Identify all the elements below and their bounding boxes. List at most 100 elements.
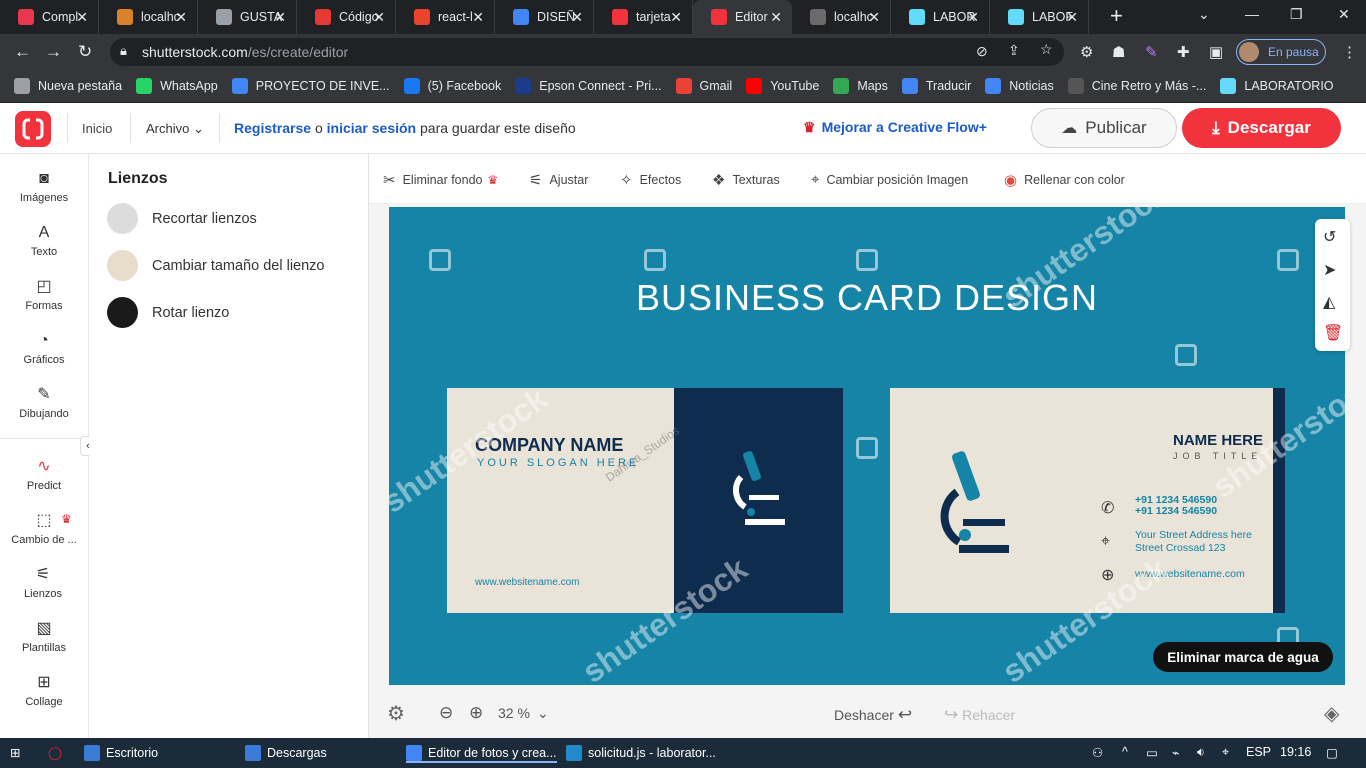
browser-tab[interactable]: DISEÑ ✕ bbox=[495, 0, 594, 34]
browser-tab[interactable]: tarjeta ✕ bbox=[594, 0, 693, 34]
rail-item[interactable]: ✎ Dibujando bbox=[0, 386, 88, 420]
remove-watermark-button[interactable]: Eliminar marca de agua bbox=[1153, 642, 1333, 672]
undo-button[interactable]: Deshacer ↩ bbox=[834, 705, 912, 725]
close-tab-icon[interactable]: ✕ bbox=[770, 9, 782, 26]
panel-item[interactable]: Rotar lienzo bbox=[107, 297, 229, 328]
rotate-icon[interactable]: ↺ bbox=[1323, 227, 1336, 247]
back-button[interactable]: ← bbox=[14, 42, 31, 62]
close-tab-icon[interactable]: ✕ bbox=[868, 9, 880, 26]
close-tab-icon[interactable]: ✕ bbox=[472, 9, 484, 26]
bookmark-item[interactable]: PROYECTO DE INVE... bbox=[231, 78, 390, 94]
close-tab-icon[interactable]: ✕ bbox=[175, 9, 187, 26]
battery-icon[interactable]: ▭ bbox=[1146, 745, 1158, 760]
browser-tab[interactable]: GUSTA ✕ bbox=[198, 0, 297, 34]
settings-gear-icon[interactable]: ⚙ bbox=[387, 701, 405, 726]
forward-button[interactable]: → bbox=[45, 42, 62, 62]
close-tab-icon[interactable]: ✕ bbox=[76, 9, 88, 26]
location-icon[interactable]: ⌖ bbox=[1222, 745, 1229, 760]
extension-gear-icon[interactable]: ⚙ bbox=[1080, 43, 1098, 61]
close-tab-icon[interactable]: ✕ bbox=[967, 9, 979, 26]
close-tab-icon[interactable]: ✕ bbox=[1066, 9, 1078, 26]
profile-button[interactable]: En pausa bbox=[1236, 39, 1326, 65]
share-icon[interactable]: ⇪ bbox=[1008, 42, 1020, 59]
network-icon[interactable]: ⌁ bbox=[1172, 745, 1180, 760]
url-field[interactable]: 🔒︎ shutterstock.com/es/create/editor ⊘ ⇪… bbox=[110, 38, 1064, 66]
volume-icon[interactable]: 🔉︎ bbox=[1197, 745, 1205, 760]
maximize-button[interactable]: ❐ bbox=[1290, 6, 1303, 23]
toolbar-item[interactable]: ⚟ Ajustar bbox=[529, 171, 588, 189]
tray-chevron-icon[interactable]: ^ bbox=[1122, 745, 1128, 759]
redo-button[interactable]: ↪ Rehacer bbox=[944, 705, 1015, 725]
toolbar-item[interactable]: ✧ Efectos bbox=[620, 171, 681, 189]
menu-kebab-icon[interactable]: ⋮ bbox=[1342, 43, 1360, 61]
browser-tab[interactable]: react-l ✕ bbox=[396, 0, 495, 34]
bookmark-item[interactable]: (5) Facebook bbox=[403, 78, 501, 94]
windows-start-icon[interactable]: ⊞ bbox=[10, 745, 20, 760]
opera-icon[interactable]: ◯ bbox=[48, 745, 62, 760]
register-link[interactable]: Registrarse bbox=[234, 120, 311, 136]
toolbar-item[interactable]: ⌖ Cambiar posición Imagen bbox=[811, 171, 968, 188]
close-tab-icon[interactable]: ✕ bbox=[571, 9, 583, 26]
browser-tab[interactable]: localhc ✕ bbox=[99, 0, 198, 34]
new-tab-button[interactable]: + bbox=[1110, 3, 1123, 29]
panel-item[interactable]: Cambiar tamaño del lienzo bbox=[107, 250, 324, 281]
upgrade-link[interactable]: ♛ Mejorar a Creative Flow+ bbox=[803, 119, 987, 136]
people-icon[interactable]: ⚇ bbox=[1092, 745, 1103, 760]
taskbar-app[interactable]: solicitud.js - laborator... bbox=[566, 745, 716, 761]
site-info-icon[interactable]: ⊘ bbox=[976, 43, 988, 60]
bookmark-item[interactable]: YouTube bbox=[746, 78, 819, 94]
rail-item[interactable]: ⬚ Cambio de ... ♛ bbox=[0, 512, 88, 546]
bookmark-item[interactable]: Cine Retro y Más -... bbox=[1067, 78, 1206, 94]
shutterstock-logo[interactable] bbox=[15, 111, 51, 147]
bookmark-item[interactable]: LABORATORIO bbox=[1220, 78, 1334, 94]
reload-button[interactable]: ↻ bbox=[78, 42, 92, 62]
bookmark-item[interactable]: Nueva pestaña bbox=[14, 78, 122, 94]
clock[interactable]: 19:16 bbox=[1280, 745, 1311, 759]
browser-tab[interactable]: LABOF ✕ bbox=[990, 0, 1089, 34]
browser-tab[interactable]: Código ✕ bbox=[297, 0, 396, 34]
toolbar-item[interactable]: ❖ Texturas bbox=[712, 171, 780, 189]
tab-search-chevron-icon[interactable]: ⌄ bbox=[1198, 6, 1210, 23]
zoom-out-icon[interactable]: ⊖ bbox=[439, 703, 453, 723]
flip-icon[interactable]: ◭ bbox=[1323, 292, 1335, 312]
browser-tab[interactable]: localhc ✕ bbox=[792, 0, 891, 34]
bookmark-item[interactable]: WhatsApp bbox=[136, 78, 218, 94]
browser-tab[interactable]: LABOR ✕ bbox=[891, 0, 990, 34]
close-window-button[interactable]: ✕ bbox=[1338, 6, 1350, 23]
bookmark-item[interactable]: Maps bbox=[833, 78, 888, 94]
toolbar-item[interactable]: ◉ Rellenar con color bbox=[1004, 171, 1125, 189]
notifications-icon[interactable]: ▢ bbox=[1326, 745, 1338, 760]
rail-item[interactable]: ◰ Formas bbox=[0, 278, 88, 312]
extension-robot-icon[interactable]: ☗ bbox=[1112, 43, 1130, 61]
close-tab-icon[interactable]: ✕ bbox=[274, 9, 286, 26]
rail-item[interactable]: A Texto bbox=[0, 224, 88, 258]
taskbar-app[interactable]: Escritorio bbox=[84, 745, 158, 761]
login-link[interactable]: iniciar sesión bbox=[327, 120, 416, 136]
close-tab-icon[interactable]: ✕ bbox=[670, 9, 682, 26]
rail-item[interactable]: ◙ Imágenes bbox=[0, 170, 88, 204]
publish-button[interactable]: ☁ Publicar bbox=[1031, 108, 1177, 148]
language-indicator[interactable]: ESP bbox=[1246, 745, 1271, 759]
rail-item[interactable]: ⊞ Collage bbox=[0, 674, 88, 708]
panel-item[interactable]: Recortar lienzos bbox=[107, 203, 257, 234]
bookmark-item[interactable]: Gmail bbox=[675, 78, 732, 94]
bookmark-item[interactable]: Traducir bbox=[901, 78, 971, 94]
zoom-chevron-icon[interactable]: ⌄ bbox=[537, 705, 549, 722]
rail-item[interactable]: ⚟ Lienzos bbox=[0, 562, 88, 610]
rail-item[interactable]: ◔ Gráficos bbox=[0, 332, 88, 366]
layers-icon[interactable]: ◈ bbox=[1324, 701, 1339, 726]
extensions-puzzle-icon[interactable]: ✚ bbox=[1177, 43, 1195, 61]
bookmark-item[interactable]: Noticias bbox=[985, 78, 1054, 94]
download-button[interactable]: ⤓ Descargar bbox=[1182, 108, 1341, 148]
toolbar-item[interactable]: ✂ Eliminar fondo ♛ bbox=[383, 171, 498, 189]
inicio-link[interactable]: Inicio bbox=[82, 121, 112, 136]
rail-item[interactable]: ∿ Predict bbox=[0, 458, 88, 492]
taskbar-app[interactable]: Descargas bbox=[245, 745, 327, 761]
zoom-in-icon[interactable]: ⊕ bbox=[469, 703, 483, 723]
side-panel-icon[interactable]: ▣ bbox=[1209, 43, 1227, 61]
bookmark-item[interactable]: Epson Connect - Pri... bbox=[515, 78, 662, 94]
taskbar-app[interactable]: Editor de fotos y crea... bbox=[406, 745, 557, 763]
zoom-level[interactable]: 32 % bbox=[498, 705, 530, 721]
minimize-button[interactable]: — bbox=[1245, 6, 1259, 22]
rail-item[interactable]: ▧ Plantillas bbox=[0, 620, 88, 654]
